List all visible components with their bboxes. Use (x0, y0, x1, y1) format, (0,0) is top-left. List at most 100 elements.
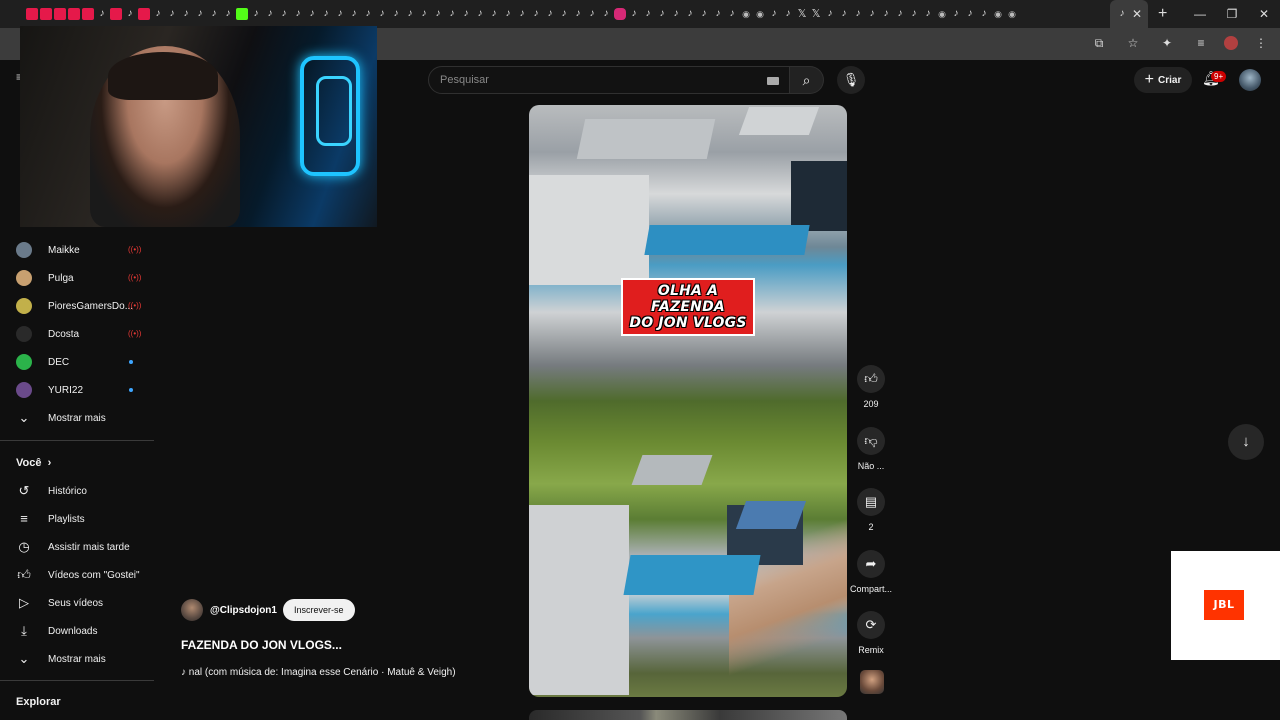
tab-tiktok[interactable] (656, 8, 668, 20)
tab-active[interactable]: ✕ (1110, 0, 1148, 28)
sidebar-item-playlists[interactable]: ≡ Playlists (16, 505, 84, 533)
tab-tiktok[interactable] (572, 8, 584, 20)
next-short-preview[interactable] (529, 710, 847, 720)
share-button[interactable]: ➦ (857, 550, 885, 578)
sidebar-item-downloads[interactable]: ⤓ Downloads (16, 617, 97, 645)
tab-tiktok[interactable] (516, 8, 528, 20)
extensions-icon[interactable]: ✦ (1156, 36, 1178, 52)
tab-tiktok[interactable] (964, 8, 976, 20)
tab-tiktok[interactable] (96, 8, 108, 20)
tab-tiktok[interactable] (404, 8, 416, 20)
sidebar-item-liked-videos[interactable]: 👍︎ Vídeos com "Gostei" (16, 561, 139, 589)
sidebar-item-watch-later[interactable]: ◷ Assistir mais tarde (16, 533, 129, 561)
tab-tiktok[interactable] (362, 8, 374, 20)
tab-tiktok[interactable] (838, 8, 850, 20)
tab-tiktok[interactable] (180, 8, 192, 20)
tab-tiktok[interactable] (824, 8, 836, 20)
tab-tiktok[interactable] (852, 8, 864, 20)
tab-kick[interactable] (236, 8, 248, 20)
voice-search-button[interactable]: 🎙︎ (837, 66, 865, 94)
close-tab-icon[interactable]: ✕ (1132, 7, 1142, 21)
close-window-button[interactable]: ✕ (1248, 0, 1280, 28)
bookmark-star-icon[interactable]: ☆ (1122, 36, 1144, 52)
maximize-button[interactable]: ❐ (1216, 0, 1248, 28)
tab-tiktok[interactable] (544, 8, 556, 20)
tab-tiktok[interactable] (908, 8, 920, 20)
sidebar-sub-pulga[interactable]: Pulga ((•)) (16, 264, 154, 292)
menu-dots-icon[interactable]: ⋮ (1250, 36, 1272, 52)
tab-tiktok[interactable] (376, 8, 388, 20)
tab-tiktok[interactable] (474, 8, 486, 20)
short-title[interactable]: FAZENDA DO JON VLOGS... (181, 638, 342, 652)
comments-button[interactable]: ▤ (857, 488, 885, 516)
tab-tiktok[interactable] (558, 8, 570, 20)
tab-youtube[interactable] (68, 8, 80, 20)
sidebar-sub-dec[interactable]: DEC (16, 348, 154, 376)
show-more-subscriptions[interactable]: ⌄ Mostrar mais (16, 404, 106, 432)
tab-audio[interactable] (992, 8, 1004, 20)
tab-tiktok[interactable] (124, 8, 136, 20)
search-input[interactable]: Pesquisar (428, 66, 790, 94)
tab-tiktok[interactable] (726, 8, 738, 20)
tab-tiktok[interactable] (866, 8, 878, 20)
like-button[interactable]: 👍︎ (857, 365, 885, 393)
tab-tiktok[interactable] (880, 8, 892, 20)
tab-youtube[interactable] (138, 8, 150, 20)
tab-tiktok[interactable] (334, 8, 346, 20)
tab-tiktok[interactable] (446, 8, 458, 20)
tab-tiktok[interactable] (698, 8, 710, 20)
short-video-player[interactable]: OLHA A FAZENDA DO JON VLOGS (529, 105, 847, 697)
sidebar-sub-dcosta[interactable]: Dcosta ((•)) (16, 320, 154, 348)
sound-thumbnail[interactable] (860, 670, 884, 694)
sidebar-sub-maikke[interactable]: Maikke ((•)) (16, 236, 154, 264)
tab-tiktok[interactable] (642, 8, 654, 20)
tab-x[interactable] (810, 8, 822, 20)
subscribe-button[interactable]: Inscrever-se (282, 599, 355, 621)
sidebar-item-your-videos[interactable]: ▷ Seus vídeos (16, 589, 103, 617)
tab-tiktok[interactable] (278, 8, 290, 20)
tab-audio[interactable] (740, 8, 752, 20)
tab-x[interactable] (796, 8, 808, 20)
tab-tiktok[interactable] (250, 8, 262, 20)
new-tab-button[interactable]: + (1158, 5, 1167, 23)
sidebar-sub-yuri22[interactable]: YURI22 (16, 376, 154, 404)
tab-tiktok[interactable] (292, 8, 304, 20)
remix-button[interactable]: ⟳ (857, 611, 885, 639)
tab-tiktok[interactable] (152, 8, 164, 20)
tab-audio[interactable] (936, 8, 948, 20)
tab-audio[interactable] (754, 8, 766, 20)
search-button[interactable]: ⌕ (790, 66, 824, 94)
tab-tiktok[interactable] (978, 8, 990, 20)
tab-tiktok[interactable] (782, 8, 794, 20)
profile-avatar[interactable] (1224, 36, 1238, 50)
tab-tiktok[interactable] (208, 8, 220, 20)
account-avatar[interactable] (1239, 69, 1261, 91)
install-app-icon[interactable]: ⧉ (1088, 36, 1110, 52)
tab-tiktok[interactable] (418, 8, 430, 20)
tab-tiktok[interactable] (768, 8, 780, 20)
tab-tiktok[interactable] (222, 8, 234, 20)
sidebar-sub-pioresgamers[interactable]: PioresGamersDo... ((•)) (16, 292, 154, 320)
tab-tiktok[interactable] (530, 8, 542, 20)
tab-tiktok[interactable] (712, 8, 724, 20)
tab-tiktok[interactable] (348, 8, 360, 20)
tab-youtube[interactable] (26, 8, 38, 20)
ad-panel[interactable]: JBL (1171, 551, 1280, 660)
tab-tiktok[interactable] (320, 8, 332, 20)
tab-tiktok[interactable] (670, 8, 682, 20)
channel-handle[interactable]: @Clipsdojon1 (210, 605, 277, 616)
tab-tiktok[interactable] (922, 8, 934, 20)
keyboard-icon[interactable] (767, 77, 779, 85)
tab-tiktok[interactable] (306, 8, 318, 20)
tab-youtube[interactable] (82, 8, 94, 20)
channel-avatar[interactable] (181, 599, 203, 621)
tab-tiktok[interactable] (628, 8, 640, 20)
dislike-button[interactable]: 👎︎ (857, 427, 885, 455)
tab-tiktok[interactable] (194, 8, 206, 20)
tab-tiktok[interactable] (684, 8, 696, 20)
tab-tiktok[interactable] (390, 8, 402, 20)
tab-tiktok[interactable] (950, 8, 962, 20)
you-section-header[interactable]: Você › (16, 457, 51, 469)
create-button[interactable]: + Criar (1134, 67, 1192, 93)
tab-tiktok[interactable] (600, 8, 612, 20)
